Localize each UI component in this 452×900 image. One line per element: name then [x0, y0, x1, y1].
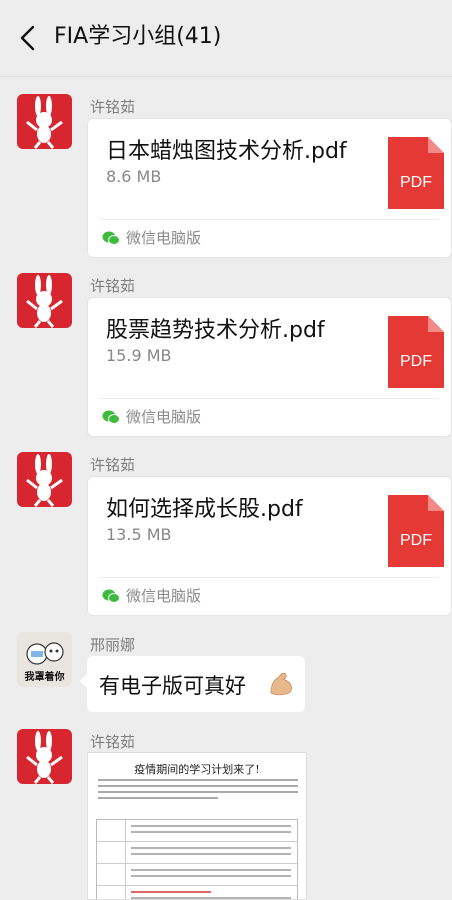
- pdf-file-icon: PDF: [388, 495, 444, 567]
- file-message-card[interactable]: 股票趋势技术分析.pdf 15.9 MB PDF 微信电脑版: [87, 297, 452, 437]
- avatar[interactable]: [17, 273, 72, 328]
- source-label: 微信电脑版: [126, 587, 202, 605]
- sender-name: 许铭茹: [90, 98, 136, 116]
- doc-table: [96, 819, 298, 899]
- divider: [100, 219, 439, 220]
- sender-name: 许铭茹: [90, 277, 136, 295]
- avatar-caption: 我罩着你: [24, 672, 65, 683]
- text-message-bubble[interactable]: 有电子版可真好: [80, 656, 305, 712]
- image-doc-title: 疫情期间的学习计划来了!: [134, 763, 260, 776]
- flexed-biceps-icon: [270, 672, 292, 696]
- avatar[interactable]: [17, 729, 72, 784]
- rabbit-avatar-icon: [26, 731, 63, 784]
- wechat-icon: [102, 231, 120, 245]
- file-name: 如何选择成长股.pdf: [106, 497, 303, 522]
- divider: [100, 398, 439, 399]
- rabbit-avatar-icon: [26, 96, 63, 149]
- file-message-card[interactable]: 日本蜡烛图技术分析.pdf 8.6 MB PDF 微信电脑版: [87, 118, 452, 258]
- source-label: 微信电脑版: [126, 408, 202, 426]
- back-arrow-icon[interactable]: [16, 24, 40, 52]
- pdf-file-icon: PDF: [388, 137, 444, 209]
- pdf-label: PDF: [400, 353, 432, 370]
- message-text: 有电子版可真好: [99, 674, 246, 698]
- wechat-icon: [102, 589, 120, 603]
- avatar[interactable]: [17, 452, 72, 507]
- file-size: 15.9 MB: [106, 346, 172, 365]
- file-message-card[interactable]: 如何选择成长股.pdf 13.5 MB PDF 微信电脑版: [87, 476, 452, 616]
- sender-name: 许铭茹: [90, 733, 136, 751]
- pdf-label: PDF: [400, 532, 432, 549]
- file-name: 日本蜡烛图技术分析.pdf: [106, 139, 347, 164]
- file-size: 8.6 MB: [106, 167, 162, 186]
- sender-name: 许铭茹: [90, 456, 136, 474]
- wechat-icon: [102, 410, 120, 424]
- image-message[interactable]: 疫情期间的学习计划来了!: [87, 752, 307, 900]
- rabbit-avatar-icon: [26, 454, 63, 507]
- pdf-label: PDF: [400, 174, 432, 191]
- pdf-file-icon: PDF: [388, 316, 444, 388]
- file-name: 股票趋势技术分析.pdf: [106, 318, 325, 343]
- sender-name: 邢丽娜: [90, 636, 136, 654]
- divider: [100, 577, 439, 578]
- doc-paragraph: [98, 779, 298, 809]
- rabbit-avatar-icon: [26, 275, 63, 328]
- avatar[interactable]: 我罩着你: [17, 632, 72, 687]
- chat-header: FIA学习小组(41): [0, 0, 452, 77]
- avatar[interactable]: [17, 94, 72, 149]
- source-label: 微信电脑版: [126, 229, 202, 247]
- chat-title: FIA学习小组(41): [54, 24, 222, 49]
- file-size: 13.5 MB: [106, 525, 172, 544]
